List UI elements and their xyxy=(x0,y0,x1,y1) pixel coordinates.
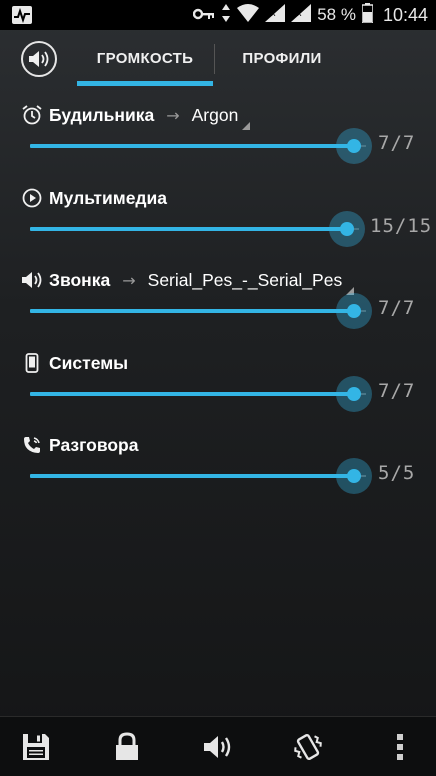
voice-volume-level: 5/5 xyxy=(378,462,416,484)
battery-icon xyxy=(361,3,374,27)
alarm-ringtone-value: Argon xyxy=(191,104,239,125)
ringer-ringtone-dropdown[interactable]: Serial_Pes_-_Serial_Pes xyxy=(147,269,355,295)
clock: 10:44 xyxy=(382,4,428,25)
save-icon xyxy=(23,734,49,760)
slider-thumb[interactable] xyxy=(336,293,372,329)
pulse-icon xyxy=(12,6,32,28)
dropdown-corner-icon xyxy=(242,121,251,130)
data-arrows-icon xyxy=(221,4,231,26)
media-title: Мультимедиа xyxy=(49,187,168,208)
slider-thumb[interactable] xyxy=(336,458,372,494)
voice-title: Разговора xyxy=(49,434,139,455)
volume-row-ringer: Звонка → Serial_Pes_-_Serial_Pes 7/7 xyxy=(0,267,436,347)
ringer-volume-slider[interactable] xyxy=(30,293,372,329)
bottom-action-bar xyxy=(0,716,436,776)
lock-button[interactable] xyxy=(109,729,145,765)
signal-icon: x xyxy=(265,4,286,26)
tab-profiles[interactable]: ПРОФИЛИ xyxy=(216,30,348,86)
slider-fill xyxy=(30,392,354,396)
vibrate-button[interactable] xyxy=(290,729,326,765)
alarm-ringtone-dropdown[interactable]: Argon xyxy=(191,104,251,130)
voice-volume-slider[interactable] xyxy=(30,458,372,494)
sound-mode-button[interactable] xyxy=(200,729,236,765)
save-button[interactable] xyxy=(18,729,54,765)
lock-icon xyxy=(116,732,138,760)
arrow-right-icon: → xyxy=(122,270,136,290)
slider-fill xyxy=(30,144,354,148)
tab-bar: ГРОМКОСТЬ ПРОФИЛИ xyxy=(0,30,436,92)
speaker-icon xyxy=(21,269,43,291)
media-volume-level: 15/15 xyxy=(370,215,433,237)
volume-row-media: Мультимедиа 15/15 xyxy=(0,185,436,265)
ringer-title: Звонка xyxy=(49,269,111,290)
volume-row-system: Системы 7/7 xyxy=(0,350,436,430)
arrow-right-icon: → xyxy=(166,105,180,125)
speaker-toggle-button[interactable] xyxy=(21,41,57,77)
phone-icon xyxy=(21,352,43,374)
volume-row-voice: Разговора 5/5 xyxy=(0,432,436,512)
play-icon xyxy=(21,187,43,209)
key-icon xyxy=(193,6,215,25)
phone-call-icon xyxy=(21,434,43,456)
ringer-ringtone-value: Serial_Pes_-_Serial_Pes xyxy=(147,269,343,290)
tab-volume[interactable]: ГРОМКОСТЬ xyxy=(77,30,213,86)
slider-fill xyxy=(30,474,354,478)
speaker-icon xyxy=(29,51,49,67)
volume-row-alarm: Будильника → Argon 7/7 xyxy=(0,102,436,182)
svg-text:x: x xyxy=(271,8,276,18)
tab-divider xyxy=(214,44,215,74)
slider-thumb[interactable] xyxy=(336,376,372,412)
alarm-clock-icon xyxy=(21,104,43,126)
battery-percent: 58 % xyxy=(317,5,356,24)
media-volume-slider[interactable] xyxy=(30,211,365,247)
system-title: Системы xyxy=(49,352,129,373)
alarm-volume-slider[interactable] xyxy=(30,128,372,164)
slider-fill xyxy=(30,227,347,231)
system-volume-level: 7/7 xyxy=(378,380,416,402)
status-bar: x x 58 % 10:44 xyxy=(0,0,436,30)
slider-thumb[interactable] xyxy=(329,211,365,247)
signal-2-icon: x xyxy=(291,4,312,26)
ringer-volume-level: 7/7 xyxy=(378,297,416,319)
speaker-icon xyxy=(204,736,231,758)
vibrate-icon xyxy=(294,734,322,760)
overflow-menu-button[interactable] xyxy=(382,729,418,765)
wifi-icon xyxy=(237,4,260,26)
system-volume-slider[interactable] xyxy=(30,376,372,412)
active-tab-indicator xyxy=(77,81,213,86)
alarm-volume-level: 7/7 xyxy=(378,132,416,154)
overflow-menu-icon xyxy=(397,734,403,760)
slider-fill xyxy=(30,309,354,313)
slider-thumb[interactable] xyxy=(336,128,372,164)
svg-text:x: x xyxy=(297,8,302,18)
alarm-title: Будильника xyxy=(49,104,155,125)
